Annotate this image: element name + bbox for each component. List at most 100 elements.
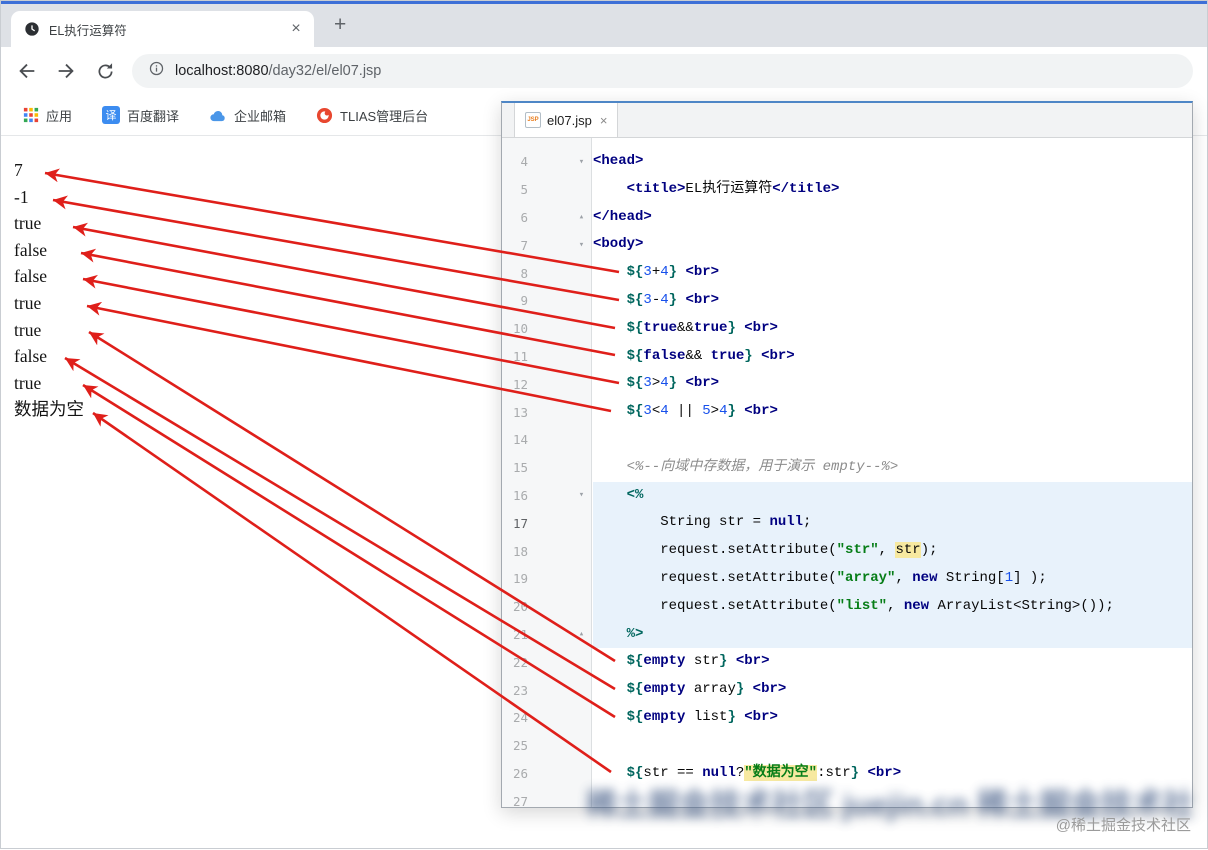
bookmark-label: 百度翻译: [127, 108, 180, 124]
code-text: ${3-4} <br>: [626, 291, 720, 308]
code-line-21[interactable]: 21 ▴ %>: [502, 620, 1192, 649]
code-text: ${3>4} <br>: [626, 375, 720, 392]
line-number: 12: [512, 376, 528, 392]
line-number: 22: [512, 654, 528, 670]
gutter-cell: 4 ▾: [502, 148, 593, 176]
line-number: 13: [512, 404, 528, 420]
bookmark-tlias[interactable]: TLIAS管理后台: [316, 106, 428, 125]
output-line: 7: [14, 160, 23, 180]
page-info-icon[interactable]: [148, 60, 165, 82]
gutter-cell: 7 ▾: [502, 231, 593, 259]
line-number: 5: [520, 182, 528, 198]
line-number: 21: [512, 626, 528, 642]
code-line-24[interactable]: 24 ${empty list} <br>: [502, 704, 1192, 732]
code-line-9[interactable]: 9 ${3-4} <br>: [502, 287, 1192, 315]
code-line-20[interactable]: 20 request.setAttribute("list", new Arra…: [502, 592, 1192, 621]
code-text: request.setAttribute("list", new ArrayLi…: [593, 592, 1192, 621]
url-text: localhost:8080/day32/el/el07.jsp: [175, 63, 381, 79]
gutter-cell: 8: [502, 259, 593, 287]
line-number: 9: [520, 293, 528, 309]
code-line-23[interactable]: 23 ${empty array} <br>: [502, 676, 1192, 704]
code-line-5[interactable]: 5 <title>EL执行运算符</title>: [502, 176, 1192, 204]
code-line-15[interactable]: 15 <%--向域中存数据，用于演示 empty--%>: [502, 454, 1192, 482]
output-line: false: [14, 346, 48, 367]
line-number: 11: [512, 348, 528, 364]
forward-button[interactable]: [54, 59, 78, 83]
code-text: <%: [593, 481, 1192, 510]
browser-tab[interactable]: EL执行运算符 ×: [11, 11, 314, 47]
tab-close-icon[interactable]: ×: [286, 20, 306, 38]
code-line-19[interactable]: 19 request.setAttribute("array", new Str…: [502, 564, 1192, 593]
browser-toolbar: localhost:8080/day32/el/el07.jsp: [1, 47, 1207, 95]
page-favicon-icon: [24, 21, 40, 37]
back-button[interactable]: [15, 59, 39, 83]
output-line: false: [14, 239, 48, 260]
fold-marker-icon[interactable]: ▴: [576, 629, 587, 639]
bookmark-apps[interactable]: 应用: [23, 106, 72, 125]
code-line-18[interactable]: 18 request.setAttribute("str", str);: [502, 537, 1192, 565]
code-line-11[interactable]: 11 ${false&& true} <br>: [502, 343, 1192, 371]
code-text: ${empty str} <br>: [626, 653, 770, 670]
code-line-4[interactable]: 4 ▾ <head>: [502, 148, 1192, 176]
line-number: 20: [512, 599, 528, 615]
code-line-14[interactable]: 14: [502, 426, 1192, 454]
fold-marker-icon[interactable]: ▾: [576, 490, 587, 500]
line-number: 19: [512, 571, 528, 587]
tlias-icon: [316, 107, 333, 123]
output-line: true: [14, 372, 42, 393]
fold-marker-icon[interactable]: ▴: [576, 212, 587, 222]
bookmark-baidu-translate[interactable]: 译 百度翻译: [102, 106, 179, 125]
bookmark-label: 应用: [46, 108, 73, 124]
code-line-6[interactable]: 6 ▴ </head>: [502, 204, 1192, 232]
code-line-8[interactable]: 8 ${3+4} <br>: [502, 259, 1192, 287]
line-number: 7: [520, 237, 528, 253]
output-line: false: [14, 266, 48, 287]
fold-marker-icon[interactable]: ▾: [576, 240, 587, 250]
editor-scrollbar[interactable]: [1182, 138, 1192, 807]
page-output: 7 -1 true false false true true false true 数据为空: [14, 157, 84, 423]
line-number: 24: [512, 710, 528, 726]
line-number: 25: [512, 738, 528, 754]
code-line-12[interactable]: 12 ${3>4} <br>: [502, 370, 1192, 398]
gutter-cell: 17: [502, 509, 593, 537]
new-tab-button[interactable]: +: [334, 13, 346, 37]
browser-window: EL执行运算符 × + localhost:8080/day32/el/el07…: [0, 0, 1208, 849]
fold-marker-icon[interactable]: ▾: [576, 157, 587, 167]
code-text: <head>: [593, 153, 644, 169]
editor[interactable]: 4 ▾ <head> 5 <title>EL执行运算符</title> 6 ▴ </head…: [502, 138, 1192, 807]
gutter-cell: 25: [502, 732, 593, 760]
bookmark-label: TLIAS管理后台: [340, 108, 429, 124]
code-line-13[interactable]: 13 ${3<4 || 5>4} <br>: [502, 398, 1192, 426]
ide-tab-close-icon[interactable]: ×: [600, 113, 608, 128]
bookmark-enterprise-mail[interactable]: 企业邮箱: [209, 106, 286, 125]
code-line-17[interactable]: 17 String str = null;: [502, 509, 1192, 538]
ide-tab-el07[interactable]: JSP el07.jsp ×: [514, 103, 619, 137]
code-line-7[interactable]: 7 ▾ <body>: [502, 231, 1192, 259]
ide-tab-label: el07.jsp: [547, 112, 592, 128]
line-number: 23: [512, 682, 528, 698]
code-text: ${true&&true} <br>: [626, 319, 778, 336]
code-text: ${empty array} <br>: [626, 681, 787, 698]
gutter-cell: 14: [502, 426, 593, 454]
code-line-25[interactable]: 25: [502, 732, 1192, 760]
browser-tab-strip: EL执行运算符 × +: [1, 4, 1207, 47]
code-text: ${false&& true} <br>: [626, 347, 795, 364]
address-bar[interactable]: localhost:8080/day32/el/el07.jsp: [132, 54, 1193, 88]
code-text: </head>: [593, 208, 652, 225]
tab-title: EL执行运算符: [49, 23, 127, 38]
line-number: 18: [512, 543, 528, 559]
code-text: <body>: [593, 236, 644, 253]
code-line-16[interactable]: 16 ▾ <%: [502, 481, 1192, 510]
jsp-file-icon: JSP: [525, 112, 541, 128]
code-text: ${empty list} <br>: [626, 708, 778, 725]
line-number: 6: [520, 209, 528, 225]
code-text: ${3+4} <br>: [626, 264, 720, 281]
reload-button[interactable]: [93, 59, 117, 83]
gutter-cell: 21 ▴: [502, 621, 593, 649]
apps-grid-icon: [23, 107, 39, 123]
gutter-cell: 23: [502, 676, 593, 704]
line-number: 16: [512, 487, 528, 503]
code-line-22[interactable]: 22 ${empty str} <br>: [502, 648, 1192, 676]
code-line-10[interactable]: 10 ${true&&true} <br>: [502, 315, 1192, 343]
